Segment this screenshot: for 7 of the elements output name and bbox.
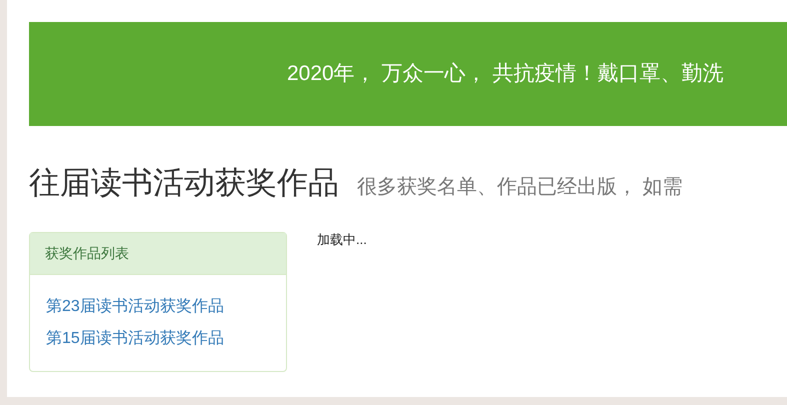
- loading-text: 加载中...: [317, 231, 367, 249]
- page-title: 往届读书活动获奖作品: [29, 164, 339, 202]
- award-link[interactable]: 第23届读书活动获奖作品: [46, 295, 224, 319]
- award-link[interactable]: 第15届读书活动获奖作品: [46, 327, 224, 351]
- panel-heading: 获奖作品列表: [30, 233, 286, 275]
- page-subtitle: 很多获奖名单、作品已经出版， 如需: [357, 175, 683, 200]
- banner-text: 2020年， 万众一心， 共抗疫情！戴口罩、勤洗: [287, 61, 724, 88]
